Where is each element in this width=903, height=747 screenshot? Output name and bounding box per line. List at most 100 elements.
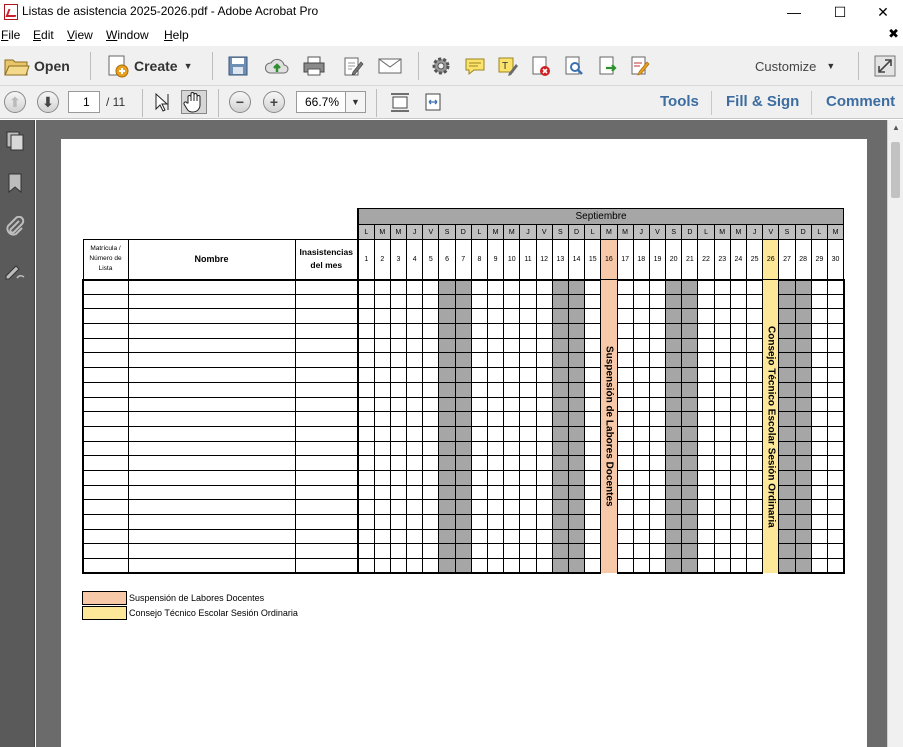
attendance-cell[interactable] xyxy=(632,411,650,427)
attendance-cell[interactable] xyxy=(503,558,521,575)
attendance-cell[interactable] xyxy=(810,528,828,545)
attendance-cell[interactable] xyxy=(826,367,845,383)
attendance-cell[interactable] xyxy=(794,440,812,457)
attendance-cell[interactable] xyxy=(600,543,618,559)
attendance-cell[interactable] xyxy=(519,514,537,530)
matricula-cell[interactable] xyxy=(82,499,129,515)
attendance-cell[interactable] xyxy=(551,558,569,575)
highlight-button[interactable]: T xyxy=(497,52,519,80)
attendance-cell[interactable] xyxy=(713,558,731,575)
attendance-cell[interactable] xyxy=(567,323,586,339)
matricula-cell[interactable] xyxy=(82,455,129,471)
attendance-cell[interactable] xyxy=(486,499,505,515)
attendance-cell[interactable] xyxy=(681,484,699,501)
attendance-cell[interactable] xyxy=(713,396,731,413)
attendance-cell[interactable] xyxy=(729,411,748,427)
attendance-cell[interactable] xyxy=(745,499,764,515)
attendance-cell[interactable] xyxy=(519,425,537,442)
menu-file[interactable]: File xyxy=(1,28,20,42)
attendance-cell[interactable] xyxy=(762,543,780,559)
attendance-cell[interactable] xyxy=(681,367,699,383)
attendance-cell[interactable] xyxy=(632,381,650,398)
attendance-cell[interactable] xyxy=(665,337,683,354)
attendance-cell[interactable] xyxy=(551,514,569,530)
attendance-cell[interactable] xyxy=(470,411,489,427)
attendance-cell[interactable] xyxy=(535,381,553,398)
attendance-cell[interactable] xyxy=(778,425,796,442)
attendance-cell[interactable] xyxy=(616,469,634,486)
attendance-cell[interactable] xyxy=(762,558,780,574)
matricula-cell[interactable] xyxy=(82,440,129,457)
attendance-cell[interactable] xyxy=(438,425,456,442)
inasistencias-cell[interactable] xyxy=(294,323,359,339)
attendance-cell[interactable] xyxy=(567,352,586,369)
attendance-cell[interactable] xyxy=(729,352,748,369)
attendance-cell[interactable] xyxy=(422,352,440,369)
attendance-cell[interactable] xyxy=(389,543,408,560)
attendance-cell[interactable] xyxy=(567,528,586,545)
attendance-cell[interactable] xyxy=(454,425,472,442)
open-button[interactable]: Open xyxy=(4,52,70,80)
attendance-cell[interactable] xyxy=(422,484,440,501)
attendance-cell[interactable] xyxy=(454,543,472,560)
attendance-cell[interactable] xyxy=(810,499,828,515)
attendance-cell[interactable] xyxy=(745,352,764,369)
attendance-cell[interactable] xyxy=(648,323,667,339)
attendance-cell[interactable] xyxy=(454,411,472,427)
attendance-cell[interactable] xyxy=(584,469,602,486)
attendance-cell[interactable] xyxy=(519,396,537,413)
matricula-cell[interactable] xyxy=(82,528,129,545)
attendance-cell[interactable] xyxy=(535,484,553,501)
attendance-cell[interactable] xyxy=(503,323,521,339)
attendance-cell[interactable] xyxy=(567,514,586,530)
attendance-cell[interactable] xyxy=(648,337,667,354)
attendance-cell[interactable] xyxy=(826,381,845,398)
attendance-cell[interactable] xyxy=(406,308,424,325)
attendance-cell[interactable] xyxy=(406,543,424,560)
attendance-cell[interactable] xyxy=(422,543,440,560)
attendance-cell[interactable] xyxy=(584,308,602,325)
attendance-cell[interactable] xyxy=(762,294,780,309)
attendance-cell[interactable] xyxy=(826,337,845,354)
attendance-cell[interactable] xyxy=(681,323,699,339)
attendance-cell[interactable] xyxy=(697,411,715,427)
matricula-cell[interactable] xyxy=(82,411,129,427)
customize-button[interactable]: Customize ▼ xyxy=(755,52,835,80)
attendance-cell[interactable] xyxy=(632,543,650,560)
attendance-cell[interactable] xyxy=(551,543,569,560)
attendance-cell[interactable] xyxy=(584,396,602,413)
nombre-cell[interactable] xyxy=(127,337,296,354)
attendance-cell[interactable] xyxy=(616,484,634,501)
attendance-cell[interactable] xyxy=(826,396,845,413)
attendance-cell[interactable] xyxy=(616,440,634,457)
attendance-cell[interactable] xyxy=(486,484,505,501)
attendance-cell[interactable] xyxy=(406,528,424,545)
attendance-cell[interactable] xyxy=(681,425,699,442)
attendance-cell[interactable] xyxy=(713,425,731,442)
attendance-cell[interactable] xyxy=(470,337,489,354)
attendance-cell[interactable] xyxy=(454,367,472,383)
attendance-cell[interactable] xyxy=(535,469,553,486)
attendance-cell[interactable] xyxy=(778,484,796,501)
attendance-cell[interactable] xyxy=(373,543,391,560)
attendance-cell[interactable] xyxy=(373,323,391,339)
attendance-cell[interactable] xyxy=(794,484,812,501)
matricula-cell[interactable] xyxy=(82,425,129,442)
attendance-cell[interactable] xyxy=(632,323,650,339)
attendance-cell[interactable] xyxy=(616,528,634,545)
attendance-cell[interactable] xyxy=(600,514,618,530)
attendance-cell[interactable] xyxy=(356,440,375,457)
attendance-cell[interactable] xyxy=(665,396,683,413)
attendance-cell[interactable] xyxy=(826,425,845,442)
attendance-cell[interactable] xyxy=(697,352,715,369)
attendance-cell[interactable] xyxy=(745,425,764,442)
inasistencias-cell[interactable] xyxy=(294,352,359,369)
attendance-cell[interactable] xyxy=(616,543,634,560)
inasistencias-cell[interactable] xyxy=(294,425,359,442)
attendance-cell[interactable] xyxy=(681,455,699,471)
attendance-cell[interactable] xyxy=(454,528,472,545)
attendance-cell[interactable] xyxy=(632,337,650,354)
attendance-cell[interactable] xyxy=(616,381,634,398)
close-button[interactable]: ✕ xyxy=(863,0,903,24)
attendance-cell[interactable] xyxy=(778,411,796,427)
